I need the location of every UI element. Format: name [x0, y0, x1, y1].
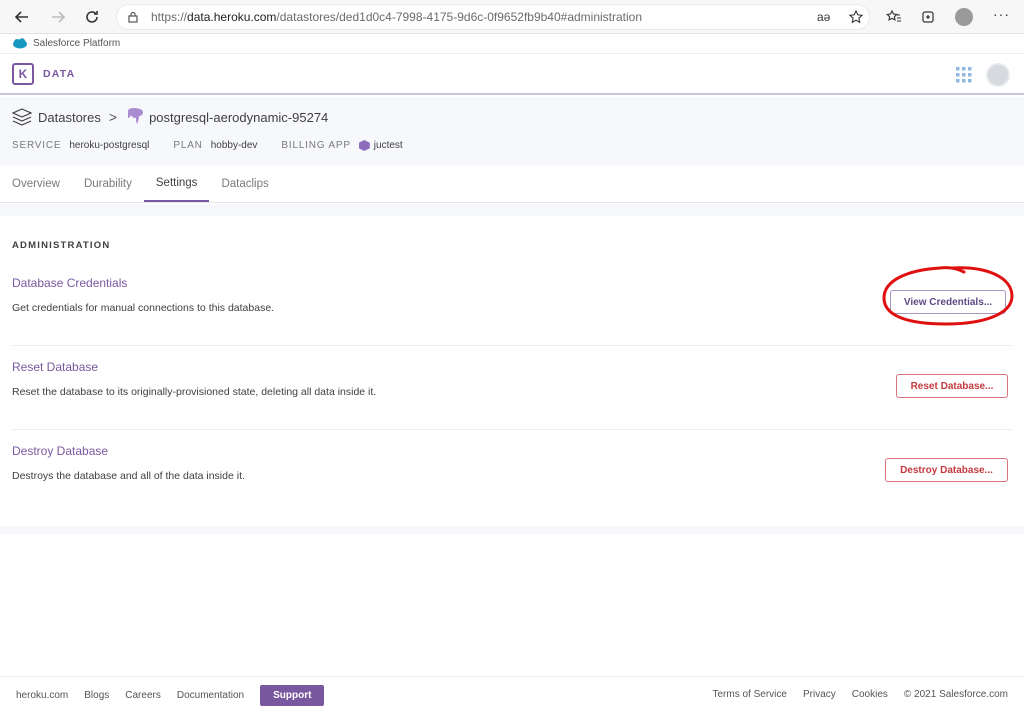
browser-toolbar: https://data.heroku.com/datastores/ded1d…	[0, 0, 1024, 34]
collections-icon[interactable]	[920, 9, 936, 25]
url-text: https://data.heroku.com/datastores/ded1d…	[151, 10, 643, 24]
breadcrumb-separator: >	[108, 109, 118, 125]
datastore-subheader: Datastores > postgresql-aerodynamic-9527…	[0, 97, 1024, 165]
footer-link-careers[interactable]: Careers	[125, 690, 161, 701]
tab-settings[interactable]: Settings	[143, 165, 210, 202]
footer-link-terms[interactable]: Terms of Service	[713, 689, 787, 700]
product-label[interactable]: DATA	[43, 68, 75, 80]
plan-value: hobby-dev	[210, 140, 258, 151]
footer-copyright: © 2021 Salesforce.com	[903, 689, 1008, 700]
destroy-description: Destroys the database and all of the dat…	[12, 470, 245, 482]
refresh-icon[interactable]	[80, 5, 104, 29]
salesforce-label[interactable]: Salesforce Platform	[33, 38, 120, 49]
tab-durability[interactable]: Durability	[72, 165, 144, 202]
footer-link-documentation[interactable]: Documentation	[177, 690, 244, 701]
reset-description: Reset the database to its originally-pro…	[12, 386, 377, 398]
heroku-header: K DATA	[0, 55, 1024, 95]
breadcrumb-datastores[interactable]: Datastores	[38, 110, 101, 125]
administration-panel: ADMINISTRATION Database Credentials Get …	[0, 216, 1024, 526]
salesforce-cloud-icon	[13, 38, 27, 49]
service-value: heroku-postgresql	[69, 140, 150, 151]
footer-link-blogs[interactable]: Blogs	[84, 690, 109, 701]
breadcrumb: Datastores > postgresql-aerodynamic-9527…	[12, 107, 328, 127]
address-bar[interactable]: https://data.heroku.com/datastores/ded1d…	[116, 4, 870, 30]
profile-avatar[interactable]	[955, 8, 973, 26]
lock-icon	[128, 11, 138, 23]
credentials-row: Database Credentials Get credentials for…	[12, 262, 1012, 346]
salesforce-strip: Salesforce Platform	[0, 34, 1024, 54]
breadcrumb-database-name: postgresql-aerodynamic-95274	[149, 109, 329, 125]
page-footer: heroku.com Blogs Careers Documentation S…	[0, 676, 1024, 712]
destroy-database-button[interactable]: Destroy Database...	[885, 458, 1008, 482]
billing-app-key: BILLING APP	[281, 140, 351, 151]
read-aloud-icon[interactable]: aə	[817, 10, 830, 24]
credentials-title: Database Credentials	[12, 276, 128, 290]
footer-right-links: Terms of Service Privacy Cookies © 2021 …	[697, 689, 1009, 700]
heroku-logo[interactable]: K	[12, 63, 34, 85]
forward-icon[interactable]	[46, 5, 70, 29]
reset-title: Reset Database	[12, 360, 99, 374]
billing-app-link[interactable]: juctest	[374, 140, 403, 151]
administration-heading: ADMINISTRATION	[12, 240, 111, 251]
postgres-elephant-icon	[128, 108, 144, 124]
destroy-title: Destroy Database	[12, 444, 109, 458]
view-credentials-button[interactable]: View Credentials...	[890, 290, 1006, 314]
favorite-star-icon[interactable]	[849, 10, 863, 24]
support-button[interactable]: Support	[260, 685, 325, 706]
footer-link-cookies[interactable]: Cookies	[852, 689, 888, 700]
app-hexagon-icon	[358, 140, 370, 151]
back-icon[interactable]	[10, 5, 34, 29]
footer-left-links: heroku.com Blogs Careers Documentation S…	[16, 685, 325, 706]
apps-grid-icon[interactable]	[956, 67, 972, 83]
footer-link-heroku[interactable]: heroku.com	[16, 690, 68, 701]
footer-link-privacy[interactable]: Privacy	[803, 689, 836, 700]
plan-key: PLAN	[173, 140, 203, 151]
credentials-description: Get credentials for manual connections t…	[12, 302, 275, 314]
reset-row: Reset Database Reset the database to its…	[12, 346, 1012, 430]
favorites-icon[interactable]	[886, 9, 902, 25]
reset-database-button[interactable]: Reset Database...	[896, 374, 1008, 398]
datastores-stack-icon	[12, 108, 32, 126]
service-key: SERVICE	[12, 140, 62, 151]
datastore-meta: SERVICE heroku-postgresql PLAN hobby-dev…	[12, 140, 427, 151]
tab-overview[interactable]: Overview	[0, 165, 72, 202]
user-avatar[interactable]	[986, 63, 1010, 87]
more-menu-icon[interactable]: ···	[993, 6, 1010, 22]
tab-dataclips[interactable]: Dataclips	[209, 165, 280, 202]
datastore-tabs: Overview Durability Settings Dataclips	[0, 165, 1024, 203]
destroy-row: Destroy Database Destroys the database a…	[12, 430, 1012, 514]
